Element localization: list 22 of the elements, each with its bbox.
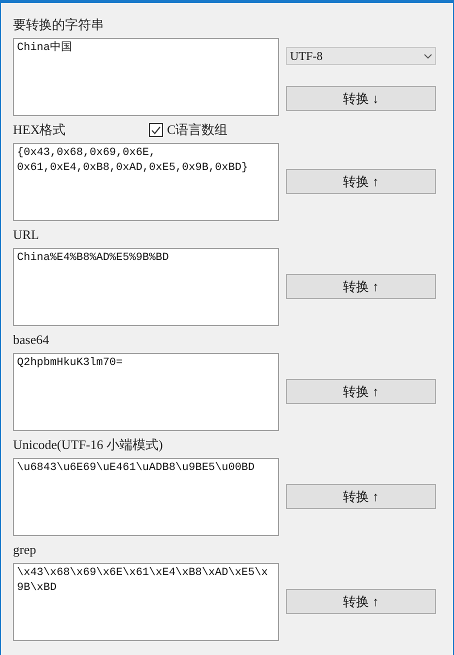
text-field[interactable]: Q2hpbmHkuK3lm70= bbox=[13, 353, 279, 431]
text-field[interactable]: {0x43,0x68,0x69,0x6E, 0x61,0xE4,0xB8,0xAD,0xE5,0x9B,0xBD} bbox=[13, 143, 279, 221]
field-label: URL bbox=[13, 226, 39, 244]
convert-button[interactable]: 转换 ↑ bbox=[286, 169, 436, 194]
field-label: Unicode(UTF-16 小端模式) bbox=[13, 436, 163, 454]
convert-button[interactable]: 转换 ↓ bbox=[286, 86, 436, 111]
convert-button[interactable]: 转换 ↑ bbox=[286, 484, 436, 509]
text-field[interactable]: China%E4%B8%AD%E5%9B%BD bbox=[13, 248, 279, 326]
encoding-dropdown[interactable]: UTF-8 bbox=[286, 47, 436, 65]
field-label: 要转换的字符串 bbox=[13, 16, 104, 34]
field-label: base64 bbox=[13, 331, 50, 350]
convert-button[interactable]: 转换 ↑ bbox=[286, 274, 436, 299]
convert-button[interactable]: 转换 ↑ bbox=[286, 589, 436, 614]
c-array-checkbox[interactable]: C语言数组 bbox=[149, 120, 228, 140]
text-field[interactable]: \u6843\u6E69\uE461\uADB8\u9BE5\u00BD bbox=[13, 458, 279, 536]
text-field[interactable]: China中国 bbox=[13, 38, 279, 116]
checkmark-icon bbox=[151, 126, 161, 134]
convert-button[interactable]: 转换 ↑ bbox=[286, 379, 436, 404]
chevron-down-icon bbox=[424, 54, 432, 58]
field-label: HEX格式 bbox=[13, 121, 67, 140]
field-label: grep bbox=[13, 541, 36, 560]
text-field[interactable]: \x43\x68\x69\x6E\x61\xE4\xB8\xAD\xE5\x 9B\xBD bbox=[13, 563, 279, 641]
